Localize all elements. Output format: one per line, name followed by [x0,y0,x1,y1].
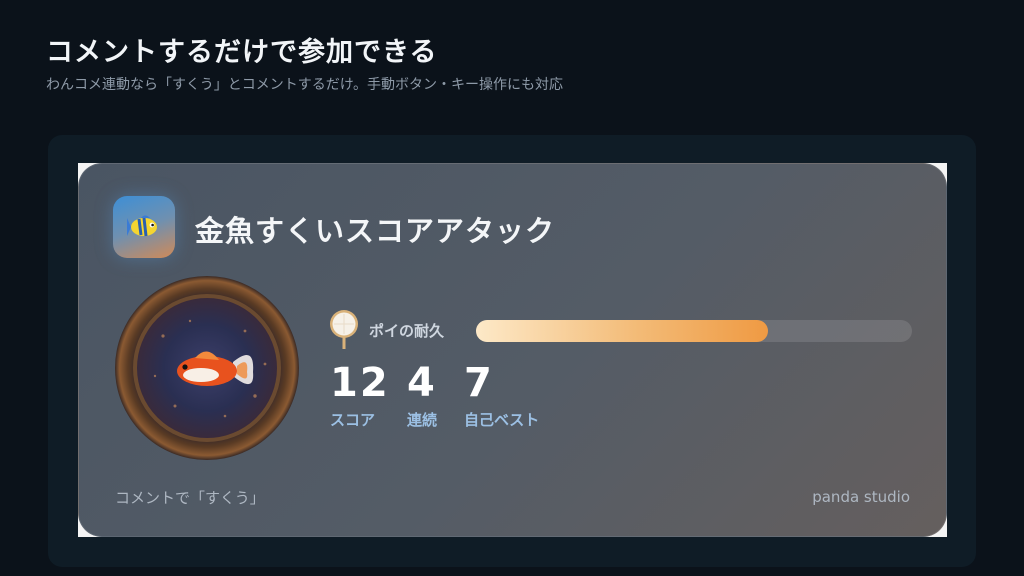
page-heading: コメントするだけで参加できる [46,37,438,68]
best-label: 自己ベスト [464,411,540,429]
best-value: 7 [464,360,494,406]
page-root: コメントするだけで参加できる わんコメ連動なら「すくう」とコメントするだけ。手動… [0,0,1024,576]
overlay-preview: 金魚すくいスコアアタック ポイの耐久 12 スコア 4 連続 7 自己ベスト コ… [78,163,947,537]
card-title: 金魚すくいスコアアタック [195,214,556,248]
streak-label: 連続 [407,411,438,429]
goldfish-bowl-icon [115,276,299,460]
comment-hint: コメントで「すくう」 [115,489,265,507]
fish-icon [113,196,175,258]
score-value: 12 [330,360,390,406]
streak-value: 4 [407,360,437,406]
durability-bar-fill [476,320,769,342]
score-card: 金魚すくいスコアアタック ポイの耐久 12 スコア 4 連続 7 自己ベスト コ… [78,163,947,537]
durability-label: ポイの耐久 [369,322,445,340]
page-subheading: わんコメ連動なら「すくう」とコメントするだけ。手動ボタン・キー操作にも対応 [46,77,564,93]
poi-icon [327,309,361,349]
score-label: スコア [330,411,376,429]
durability-bar [476,320,912,342]
brand-label: panda studio [812,488,910,506]
